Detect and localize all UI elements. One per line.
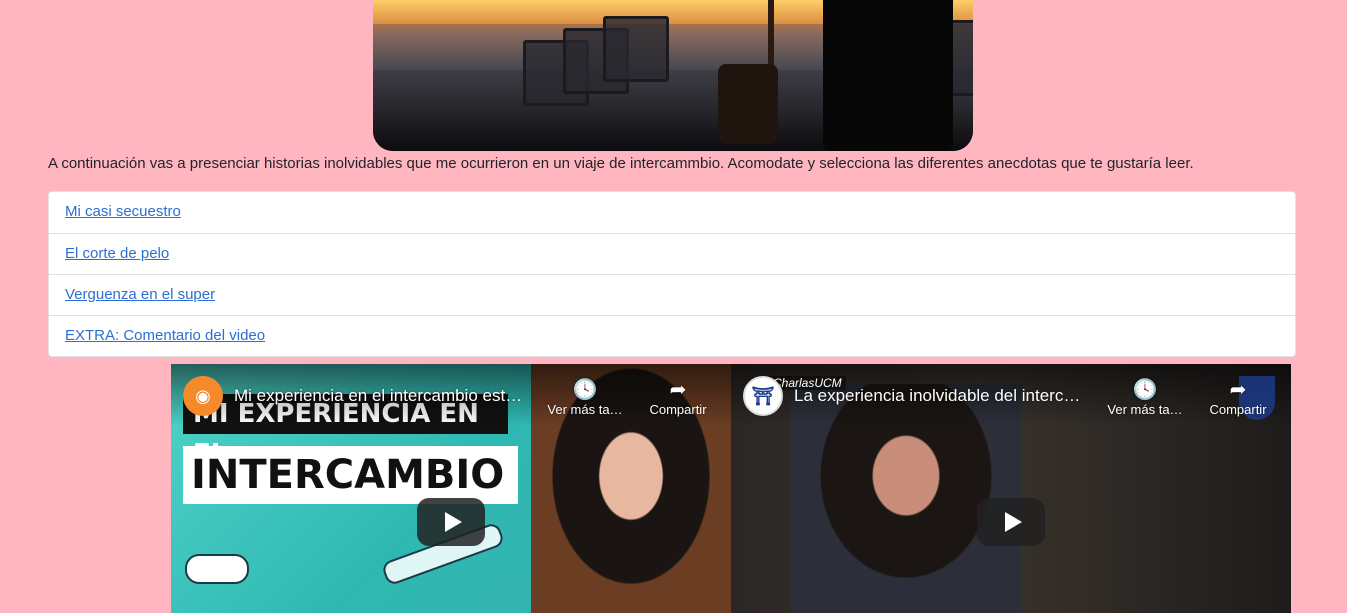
intro-text: A continuación vas a presenciar historia…: [48, 155, 1194, 172]
cloud-illustration: [185, 554, 249, 584]
watch-later-label: Ver más ta…: [547, 402, 623, 417]
share-label: Compartir: [1209, 402, 1267, 417]
link-mi-casi-secuestro[interactable]: Mi casi secuestro: [65, 203, 181, 220]
play-button[interactable]: [977, 498, 1045, 546]
play-icon: [444, 512, 462, 532]
video-embed-2[interactable]: CharlasUCM ⛩ La experiencia inolvidable …: [731, 364, 1291, 613]
watch-later-button[interactable]: 🕓 Ver más ta…: [1105, 378, 1185, 417]
video-embed-1[interactable]: MI EXPERIENCIA EN EL INTERCAMBIO ◉ Mi ex…: [171, 364, 731, 613]
hero-suitcase-handle: [768, 0, 774, 70]
share-label: Compartir: [649, 402, 707, 417]
list-item: Mi casi secuestro: [49, 192, 1295, 233]
channel-avatar-icon[interactable]: ⛩: [743, 376, 783, 416]
link-verguenza-en-el-super[interactable]: Verguenza en el super: [65, 286, 215, 303]
hero-person: [823, 0, 953, 151]
video-title[interactable]: La experiencia inolvidable del interc…: [794, 386, 1094, 406]
share-icon: ➦: [669, 379, 687, 401]
play-button[interactable]: [417, 498, 485, 546]
share-icon: ➦: [1229, 379, 1247, 401]
anecdote-list: Mi casi secuestro El corte de pelo Vergu…: [48, 191, 1296, 357]
hero-chair: [603, 16, 669, 82]
list-item: El corte de pelo: [49, 233, 1295, 274]
play-icon: [1004, 512, 1022, 532]
clock-icon: 🕓: [572, 379, 598, 401]
clock-icon: 🕓: [1132, 379, 1158, 401]
thumb-banner-2: INTERCAMBIO: [183, 446, 518, 504]
hero-image: [373, 0, 973, 151]
share-button[interactable]: ➦ Compartir: [638, 378, 718, 417]
list-item: Verguenza en el super: [49, 274, 1295, 315]
link-extra-comentario[interactable]: EXTRA: Comentario del video: [65, 327, 265, 344]
video-title[interactable]: Mi experiencia en el intercambio est…: [234, 386, 534, 406]
share-button[interactable]: ➦ Compartir: [1198, 378, 1278, 417]
hero-suitcase: [718, 64, 778, 144]
watch-later-button[interactable]: 🕓 Ver más ta…: [545, 378, 625, 417]
channel-avatar-icon[interactable]: ◉: [183, 376, 223, 416]
video-row: MI EXPERIENCIA EN EL INTERCAMBIO ◉ Mi ex…: [171, 364, 1291, 613]
watch-later-label: Ver más ta…: [1107, 402, 1183, 417]
list-item: EXTRA: Comentario del video: [49, 315, 1295, 356]
link-el-corte-de-pelo[interactable]: El corte de pelo: [65, 245, 169, 262]
